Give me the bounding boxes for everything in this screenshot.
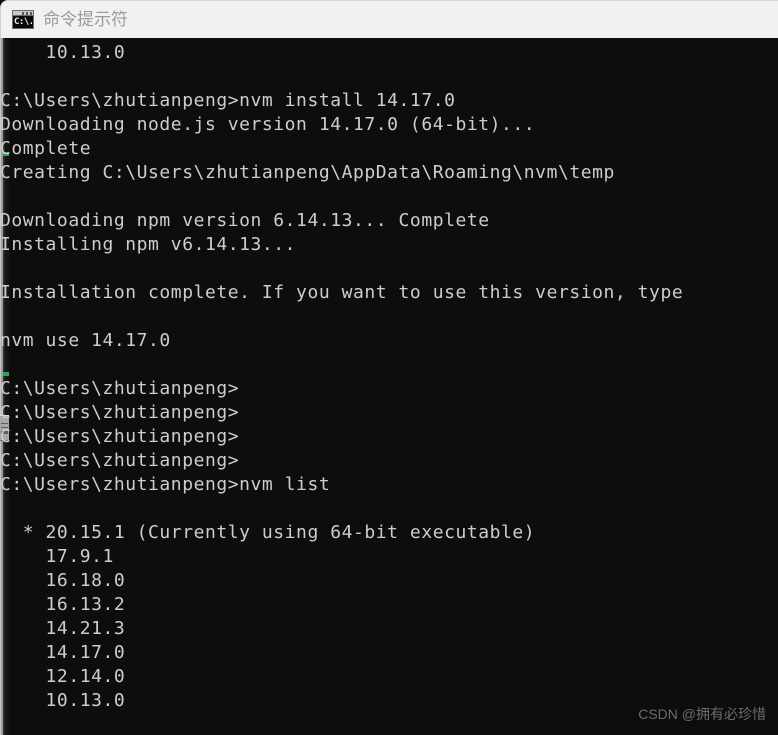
console-line: C:\Users\zhutianpeng>nvm install 14.17.0 [0, 90, 456, 111]
console-line: Creating C:\Users\zhutianpeng\AppData\Ro… [0, 162, 615, 183]
console-line: nvm use 14.17.0 [0, 330, 171, 351]
cmd-icon-glyph: C:\. [14, 17, 32, 27]
console-body[interactable]: 10.13.0 C:\Users\zhutianpeng>nvm install… [0, 38, 778, 735]
console-line: 16.13.2 [0, 594, 126, 615]
console-line: * 20.15.1 (Currently using 64-bit execut… [0, 522, 536, 543]
console-line: Installation complete. If you want to us… [0, 282, 684, 303]
console-line: Downloading npm version 6.14.13... Compl… [0, 210, 490, 231]
console-line: 16.18.0 [0, 570, 126, 591]
console-line: C:\Users\zhutianpeng> [0, 450, 240, 471]
command-prompt-window: C:\. 命令提示符 10.13.0 C:\Users\zhutianpeng>… [0, 0, 778, 735]
console-line: 14.17.0 [0, 642, 126, 663]
console-line: 12.14.0 [0, 666, 126, 687]
console-line: C:\Users\zhutianpeng>nvm list [0, 474, 331, 495]
console-line: Downloading node.js version 14.17.0 (64-… [0, 114, 536, 135]
console-line: 17.9.1 [0, 546, 114, 567]
console-output[interactable]: 10.13.0 C:\Users\zhutianpeng>nvm install… [0, 38, 778, 735]
console-line: 14.21.3 [0, 618, 126, 639]
console-line: Installing npm v6.14.13... [0, 234, 297, 255]
console-line: C:\Users\zhutianpeng> [0, 426, 240, 447]
cmd-icon-buttons [22, 12, 32, 15]
window-titlebar[interactable]: C:\. 命令提示符 [0, 0, 778, 38]
console-line: Complete [0, 138, 92, 159]
window-title: 命令提示符 [43, 10, 128, 29]
console-line: C:\Users\zhutianpeng> [0, 402, 240, 423]
cmd-icon: C:\. [12, 10, 34, 29]
console-line: 10.13.0 [0, 42, 126, 63]
console-line: C:\Users\zhutianpeng> [0, 378, 240, 399]
watermark: CSDN @拥有必珍惜 [638, 706, 766, 722]
